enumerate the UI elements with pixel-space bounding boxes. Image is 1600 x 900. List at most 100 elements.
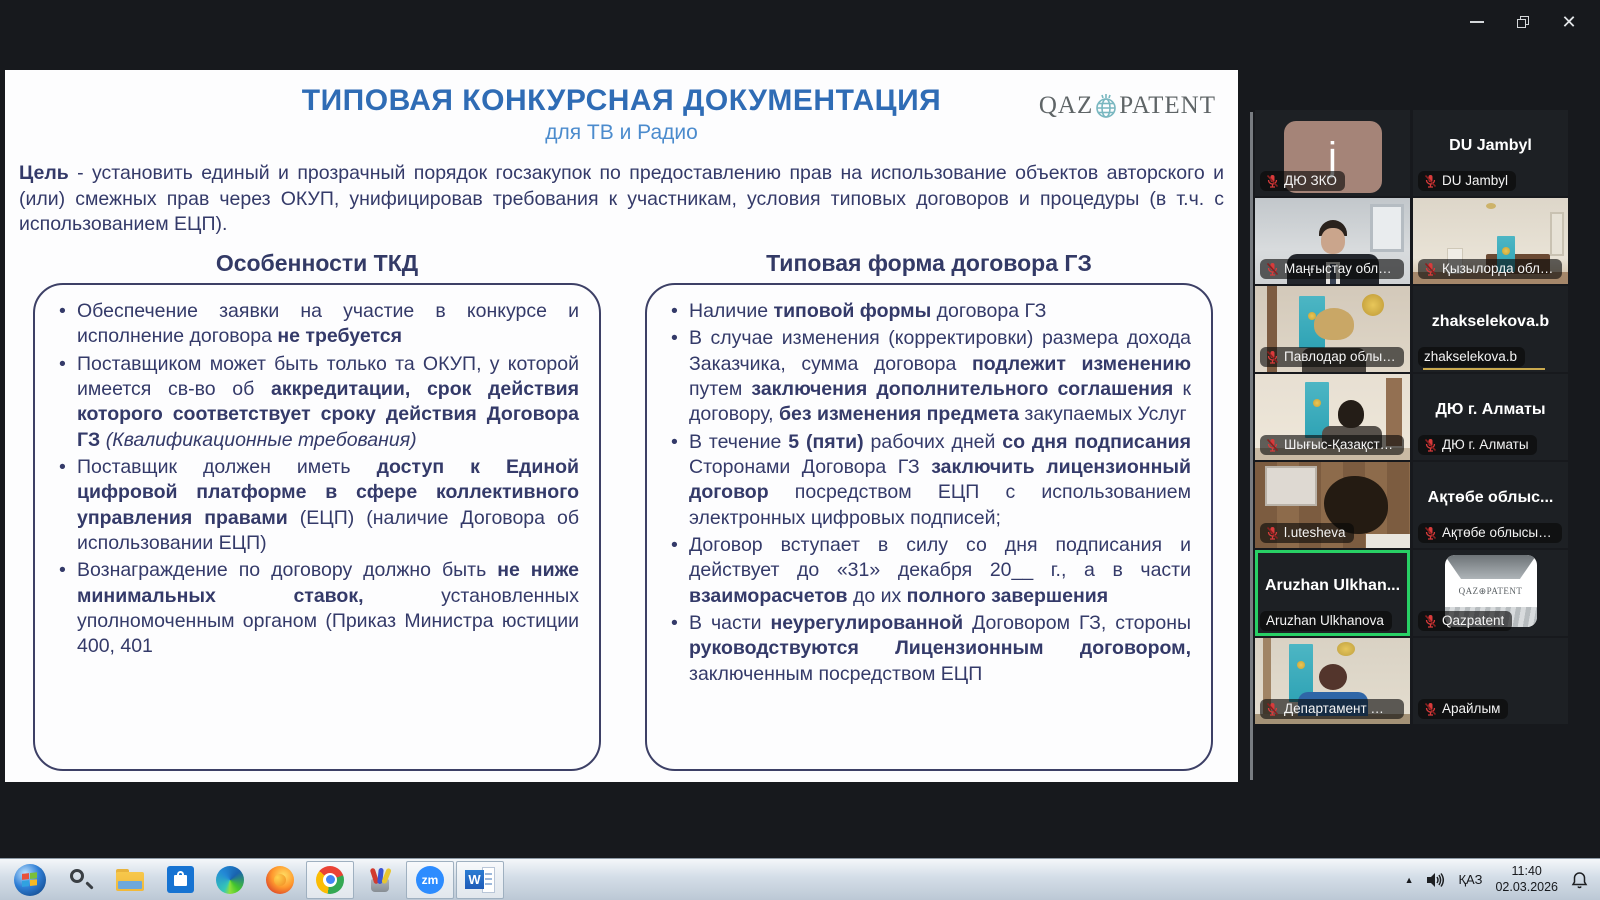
logo-text-left: QAZ [1039,92,1093,120]
participant-name-center: DU Jambyl [1413,137,1568,155]
audio-accent-line [1423,368,1545,370]
bullet-item: В части неурегулированной Договором ГЗ, … [663,611,1191,687]
logo-text-right: PATENT [1119,92,1216,120]
participant-label: Ақтөбе облысының ... [1418,523,1562,543]
right-bullet-list: Наличие типовой формы договора ГЗВ случа… [663,299,1191,687]
search-icon[interactable] [56,861,104,899]
window-titlebar: ✕ [0,0,1600,70]
participant-label: Арайлым [1418,699,1508,719]
notifications-bell-icon[interactable] [1571,871,1588,889]
close-button[interactable]: ✕ [1546,4,1592,40]
participant-label: Павлодар облысын... [1260,347,1404,367]
system-tray: ▲ ҚАЗ 11:40 02.03.2026 [1405,859,1600,900]
mic-off-icon [1266,350,1279,364]
minimize-icon [1470,21,1484,23]
left-column-header: Особенности ТКД [33,250,601,277]
participant-label-text: Ақтөбе облысының ... [1442,525,1554,540]
language-indicator[interactable]: ҚАЗ [1458,872,1482,887]
mic-off-icon [1424,614,1437,628]
participant-tile[interactable]: j ДЮ ЗКО [1255,110,1410,196]
word-app-icon[interactable]: W [456,861,504,899]
participant-label-text: Aruzhan Ulkhanova [1266,613,1384,628]
participant-label: Қызылорда облысы ... [1418,259,1562,279]
taskbar-clock[interactable]: 11:40 02.03.2026 [1495,864,1558,895]
participant-label-text: Павлодар облысын... [1284,349,1396,364]
zoom-meeting-window: ✕ ТИПОВАЯ КОНКУРСНАЯ ДОКУМЕНТАЦИЯ для ТВ… [0,0,1600,900]
participant-tile[interactable]: ДЮ г. Алматы ДЮ г. Алматы [1413,374,1568,460]
participant-tile[interactable]: Департамент Юстиц... [1255,638,1410,724]
participant-label: Qazpatent [1418,611,1512,631]
mic-off-icon [1266,702,1279,716]
participant-tile[interactable]: Ақтөбе облыс... Ақтөбе облысының ... [1413,462,1568,548]
participant-label-text: Шығыс-Қазақстан о... [1284,437,1396,452]
restore-icon [1517,16,1529,28]
participant-tile[interactable]: DU Jambyl DU Jambyl [1413,110,1568,196]
globe-icon [1094,93,1118,119]
file-explorer-icon[interactable] [106,861,154,899]
mic-off-icon [1424,174,1437,188]
left-column-box: Обеспечение заявки на участие в конкурсе… [33,283,601,771]
participants-grid: j ДЮ ЗКО DU Jambyl [1255,110,1569,724]
firefox-browser-icon[interactable] [256,861,304,899]
color-tools-app-icon[interactable] [356,861,404,899]
show-hidden-icons-button[interactable]: ▲ [1405,875,1414,885]
participant-label-text: zhakselekova.b [1424,349,1517,364]
participant-label: ДЮ ЗКО [1260,171,1345,191]
chrome-browser-icon[interactable] [306,861,354,899]
bullet-item: Договор вступает в силу со дня подписани… [663,533,1191,609]
mic-off-icon [1266,174,1279,188]
edge-browser-icon[interactable] [206,861,254,899]
participant-label: Маңғыстау облысын... [1260,259,1404,279]
participant-name-center: ДЮ г. Алматы [1413,401,1568,419]
mic-off-icon [1266,526,1279,540]
participant-name-center: zhakselekova.b [1413,313,1568,331]
participants-sidebar: j ДЮ ЗКО DU Jambyl [1255,110,1569,724]
mic-off-icon [1266,438,1279,452]
zoom-app-icon[interactable]: zm [406,861,454,899]
participant-label-text: DU Jambyl [1442,173,1508,188]
bullet-item: Наличие типовой формы договора ГЗ [663,299,1191,324]
taskbar-icons: zmW [6,861,506,899]
left-bullet-list: Обеспечение заявки на участие в конкурсе… [51,299,579,660]
participant-label-text: Қызылорда облысы ... [1442,261,1554,276]
participant-label: Aruzhan Ulkhanova [1260,611,1392,631]
bullet-item: В случае изменения (корректировки) разме… [663,326,1191,427]
participant-tile[interactable]: QAZ⊕PATENT Qazpatent [1413,550,1568,636]
bullet-item: Поставщик должен иметь доступ к Единой ц… [51,455,579,556]
participant-tile[interactable]: Aruzhan Ulkhan... Aruzhan Ulkhanova [1255,550,1410,636]
right-column-header: Типовая форма договора ГЗ [645,250,1213,277]
minimize-button[interactable] [1454,4,1500,40]
left-column: Особенности ТКД Обеспечение заявки на уч… [33,250,601,771]
start-button-icon[interactable] [6,861,54,899]
participant-tile[interactable]: zhakselekova.b zhakselekova.b [1413,286,1568,372]
participant-label-text: l.utesheva [1284,525,1346,540]
bullet-item: В течение 5 (пяти) рабочих дней со дня п… [663,430,1191,531]
participant-tile[interactable]: Павлодар облысын... [1255,286,1410,372]
participant-label-text: Qazpatent [1442,613,1504,628]
microsoft-store-icon[interactable] [156,861,204,899]
participant-tile[interactable]: Маңғыстау облысын... [1255,198,1410,284]
participant-label-text: ДЮ г. Алматы [1442,437,1529,452]
bullet-item: Вознаграждение по договору должно быть н… [51,558,579,659]
windows-taskbar: zmW ▲ ҚАЗ 11:40 02.03.2026 [0,858,1600,900]
speaker-icon[interactable] [1426,872,1445,888]
participant-tile[interactable]: Арайлым [1413,638,1568,724]
mic-off-icon [1424,262,1437,276]
participant-label: Шығыс-Қазақстан о... [1260,435,1404,455]
slide-subtitle: для ТВ и Радио [5,121,1238,145]
participant-tile[interactable]: l.utesheva [1255,462,1410,548]
shared-presentation-slide: ТИПОВАЯ КОНКУРСНАЯ ДОКУМЕНТАЦИЯ для ТВ и… [5,70,1238,782]
participant-label: DU Jambyl [1418,171,1516,191]
qazpatent-logo: QAZ PATENT [1039,92,1216,120]
participant-label: l.utesheva [1260,523,1354,543]
participant-tile[interactable]: Шығыс-Қазақстан о... [1255,374,1410,460]
participant-label-text: Маңғыстау облысын... [1284,261,1396,276]
mic-off-icon [1424,526,1437,540]
tray-time: 11:40 [1495,864,1558,880]
participant-tile[interactable]: Қызылорда облысы ... [1413,198,1568,284]
mic-off-icon [1424,702,1437,716]
bullet-item: Поставщиком может быть только та ОКУП, у… [51,352,579,453]
participant-label-text: Арайлым [1442,701,1500,716]
restore-button[interactable] [1500,4,1546,40]
participant-label-text: ДЮ ЗКО [1284,173,1337,188]
